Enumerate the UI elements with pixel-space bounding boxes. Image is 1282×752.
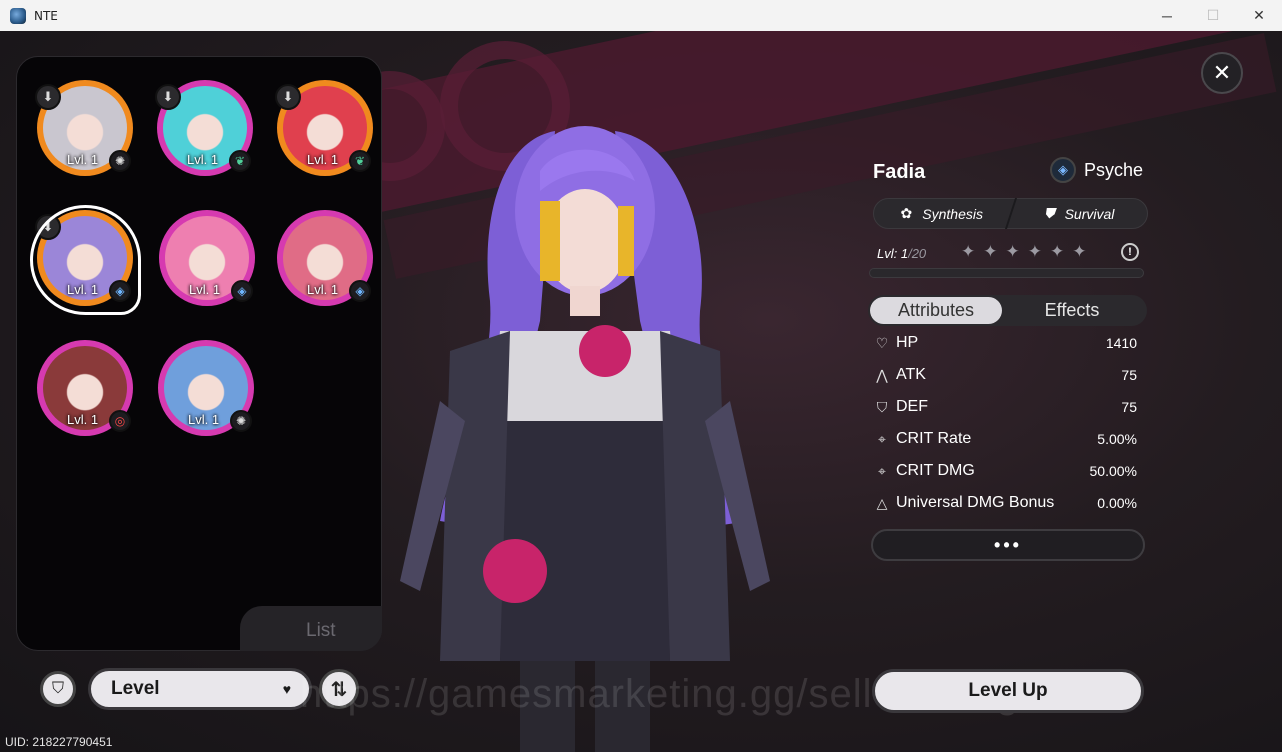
game-scene: List ⬇ Lvl. 1 ✺ ⬇ Lvl. 1 ❦ ⬇ Lvl. 1 ❦ ⬇ Lvl. 1 ◈ Lvl… [0,31,1282,752]
download-icon: ⬇ [155,84,181,110]
character-avatar[interactable]: Lvl. 1 ◈ [159,210,255,306]
character-avatar[interactable]: Lvl. 1 ◎ [37,340,133,436]
leaf-icon: ❦ [349,150,371,172]
list-tab-label: List [306,620,336,641]
window-controls: ─ ☐ ✕ [1144,0,1282,31]
attribute-label: Psyche [1084,159,1144,180]
atk-icon: ⋀ [876,366,888,383]
stat-label: ATK [896,366,926,383]
stat-value: 0.00% [1097,495,1137,511]
selected-character-frame [30,205,141,315]
level-up-button[interactable]: Level Up [872,669,1144,713]
close-button[interactable]: ✕ [1201,52,1243,94]
avatar-level: Lvl. 1 [307,152,339,167]
level-current: 1 [900,245,909,261]
stat-value: 1410 [1105,335,1137,351]
app-logo-icon [10,7,26,24]
avatar-level: Lvl. 1 [189,282,221,297]
window-titlebar: NTE ─ ☐ ✕ [0,0,1282,31]
filter-button[interactable]: ⛉ [40,671,76,707]
level-text: Lvl: 1/20 [877,246,926,261]
avatar-level: Lvl. 1 [307,282,339,297]
shield-icon: ⛉ [876,398,888,415]
role-label: Synthesis [922,205,983,222]
gear-icon: ✺ [109,150,131,172]
experience-bar [869,268,1144,278]
crosshair-icon: ⌖ [878,430,886,447]
stat-row: △ Universal DMG Bonus 0.00% [872,490,1140,516]
filter-icon: ⛉ [51,680,64,697]
stat-row: ⛉ DEF 75 [872,394,1140,420]
avatar-level: Lvl. 1 [67,412,99,427]
stat-value: 75 [1121,399,1137,415]
stat-label: HP [896,334,919,351]
character-attribute: ◈ Psyche [1050,157,1143,183]
avatar-level: Lvl. 1 [187,152,219,167]
stat-row: ⌖ CRIT DMG 50.00% [872,458,1140,484]
stat-value: 5.00% [1097,431,1137,447]
crosshair-icon: ⌖ [878,462,886,479]
synthesis-icon: ✿ [900,205,913,221]
character-avatar[interactable]: ⬇ Lvl. 1 ✺ [35,80,133,176]
stat-value: 50.00% [1089,463,1137,479]
stat-label: DEF [896,398,928,415]
character-avatar[interactable]: ⬇ Lvl. 1 ❦ [275,80,373,176]
window-title: NTE [34,8,58,23]
level-row: Lvl: 1/20 ✦✦✦✦✦✦ ! [877,242,1141,263]
info-tabs: Attributes Effects [868,295,1147,326]
sort-dropdown[interactable]: Level ♥ [88,668,312,710]
stat-row: ♡ HP 1410 [872,330,1140,356]
shield-icon: ⛊ [1044,205,1055,221]
level-max: /20 [908,245,927,261]
tab-effects[interactable]: Effects [1002,300,1142,321]
character-avatar[interactable]: Lvl. 1 ✺ [158,340,254,436]
window-close-button[interactable]: ✕ [1236,0,1282,31]
stat-row: ⌖ CRIT Rate 5.00% [872,426,1140,452]
stat-label: CRIT Rate [896,430,972,447]
heart-icon: ♡ [875,334,889,351]
stat-label: CRIT DMG [896,462,975,479]
character-model [400,126,770,752]
role-label: Survival [1064,205,1115,222]
info-icon[interactable]: ! [1121,243,1139,261]
gear-icon: ✺ [230,410,252,432]
psyche-icon: ◈ [231,280,253,302]
psyche-icon: ◈ [1050,157,1076,183]
more-button[interactable]: ••• [871,529,1145,561]
download-icon: ⬇ [35,84,61,110]
close-icon: ✕ [1212,60,1232,85]
psyche-icon: ◈ [349,280,371,302]
role-synthesis: ✿ Synthesis [874,205,1010,222]
avatar-level: Lvl. 1 [188,412,220,427]
character-name: Fadia [873,161,926,183]
triangle-icon: △ [876,494,888,511]
stat-label: Universal DMG Bonus [896,494,1055,511]
tab-attributes[interactable]: Attributes [870,297,1002,324]
role-survival: ⛊ Survival [1011,205,1147,222]
leaf-icon: ❦ [229,150,251,172]
sort-dropdown-value: Level [111,678,160,699]
character-avatar[interactable]: Lvl. 1 ◈ [277,210,373,306]
star-rating: ✦✦✦✦✦✦ [961,242,1095,261]
target-icon: ◎ [109,410,131,432]
level-prefix: Lvl: [877,245,898,261]
minimize-button[interactable]: ─ [1144,0,1190,31]
stat-value: 75 [1121,367,1137,383]
stat-row: ⋀ ATK 75 [872,362,1140,388]
character-avatar[interactable]: ⬇ Lvl. 1 ❦ [155,80,253,176]
download-icon: ⬇ [275,84,301,110]
uid-label: UID: 218227790451 [5,735,113,749]
maximize-button[interactable]: ☐ [1190,0,1236,31]
chevron-down-icon: ♥ [282,681,291,697]
character-roles: ✿ Synthesis ⛊ Survival [873,198,1148,229]
avatar-level: Lvl. 1 [67,152,99,167]
